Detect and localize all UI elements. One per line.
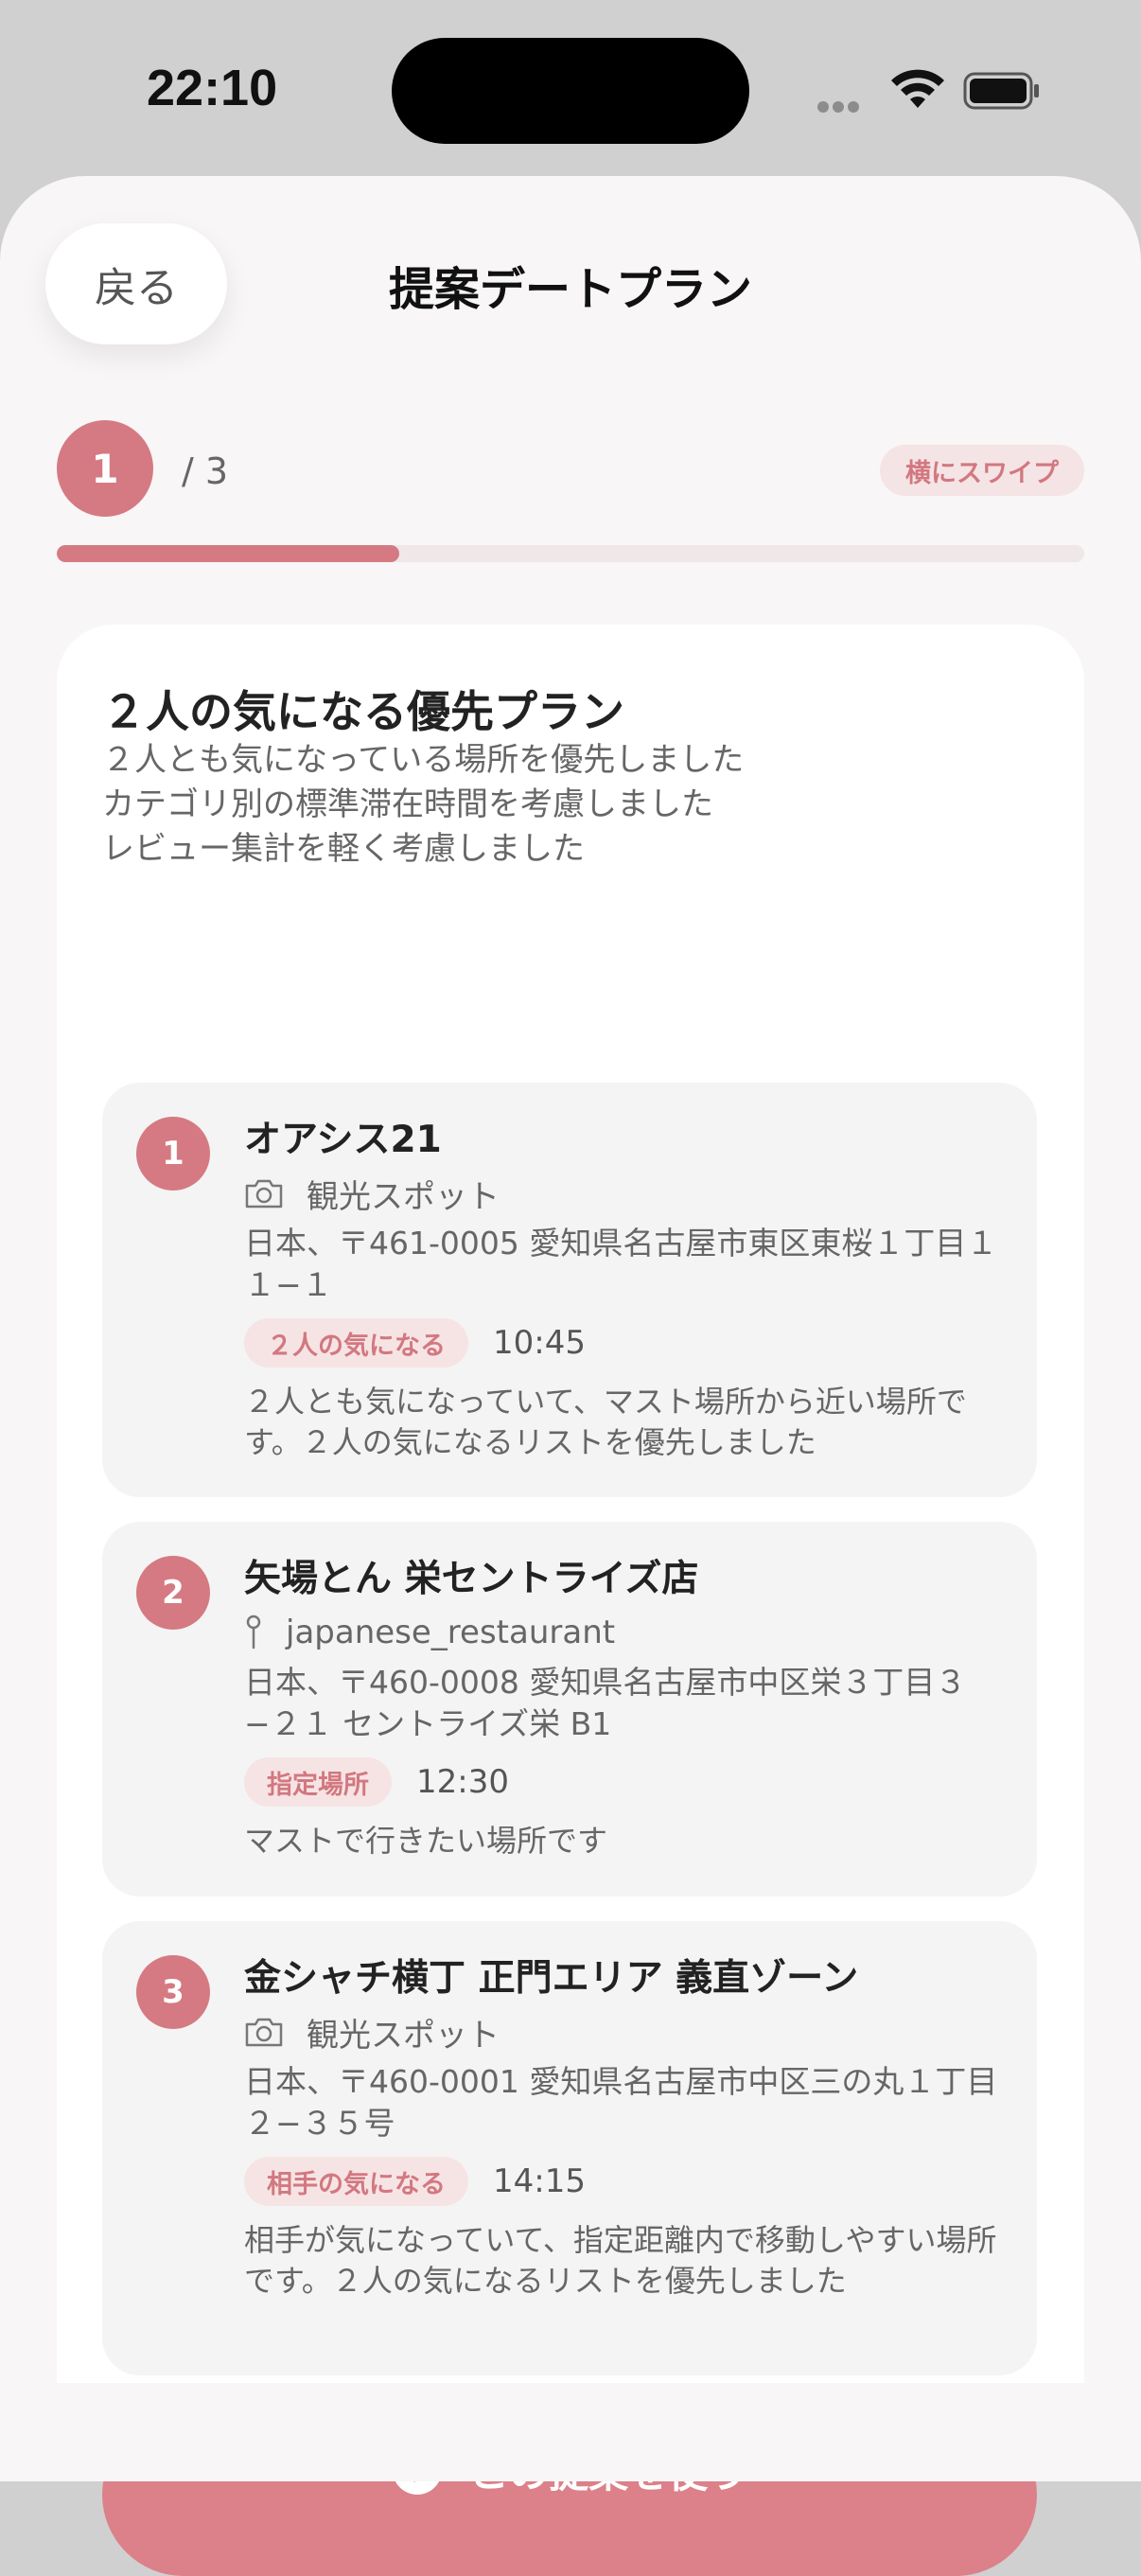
spot-category: 観光スポット [307,2016,500,2055]
spot-category: 観光スポット [307,1177,500,1216]
spot-number-badge: 2 [136,1556,210,1630]
spot-time: 10:45 [493,1324,586,1362]
reason-badge: ２人の気になる [244,1318,468,1367]
progress-fill [57,545,399,562]
plan-description-line: ２人とも気になっている場所を優先しました [102,741,745,779]
reason-badge: 指定場所 [244,1757,392,1807]
progress-bar [57,545,1084,562]
spot-category: japanese_restaurant [286,1614,616,1651]
spot-card[interactable]: 3 金シャチ横丁 正門エリア 義直ゾーン 観光スポット 日本、〒460-0001… [102,1921,1037,2375]
battery-icon [963,72,1039,110]
bottom-safe-area [0,2383,1141,2481]
spot-name: オアシス21 [244,1119,442,1161]
plan-description-line: レビュー集計を軽く考慮しました [102,830,585,868]
spot-time: 12:30 [416,1763,509,1801]
status-time: 22:10 [147,60,278,116]
status-bar: 22:10 [0,0,1141,180]
spot-name: 金シャチ横丁 正門エリア 義直ゾーン [244,1957,859,2000]
camera-icon [245,1179,283,1209]
spot-card[interactable]: 2 矢場とん 栄セントライズ店 japanese_restaurant 日本、〒… [102,1522,1037,1897]
spot-number-badge: 1 [136,1117,210,1191]
page-title: 提案デートプラン [388,263,752,316]
spot-note: マストで行きたい場所です [244,1823,608,1859]
plan-title: ２人の気になる優先プラン [102,686,624,737]
spot-address: 日本、〒460-0008 愛知県名古屋市中区栄３丁目３−２１ セントライズ栄 B… [244,1664,967,1742]
reason-badge: 相手の気になる [244,2157,468,2206]
spot-address: 日本、〒460-0001 愛知県名古屋市中区三の丸１丁目２−３５号 [244,2063,998,2142]
dynamic-island [392,38,749,144]
step-total: / 3 [182,450,229,492]
spot-note: 相手が気になっていて、指定距離内で移動しやすい場所です。２人の気になるリストを優… [244,2222,997,2299]
plan-card[interactable]: ２人の気になる優先プラン ２人とも気になっている場所を優先しました カテゴリ別の… [57,625,1084,2576]
current-step-indicator: 1 [57,420,153,517]
spot-note: ２人とも気になっていて、マスト場所から近い場所です。２人の気になるリストを優先し… [244,1384,967,1460]
pin-icon [246,1614,261,1650]
wifi-icon [891,69,944,108]
signal-dots-icon [817,98,874,113]
spot-address: 日本、〒461-0005 愛知県名古屋市東区東桜１丁目１１−１ [244,1225,998,1303]
spot-name: 矢場とん 栄セントライズ店 [244,1558,699,1600]
camera-icon [245,2018,283,2047]
plan-sheet: 戻る 提案デートプラン 1 / 3 横にスワイプ ２人の気になる優先プラン ２人… [0,176,1141,2576]
back-button[interactable]: 戻る [45,223,227,344]
spot-card[interactable]: 1 オアシス21 観光スポット 日本、〒461-0005 愛知県名古屋市東区東桜… [102,1083,1037,1497]
swipe-hint-badge: 横にスワイプ [880,445,1084,496]
spot-number-badge: 3 [136,1955,210,2029]
spot-time: 14:15 [493,2162,586,2200]
plan-description: ２人とも気になっている場所を優先しました カテゴリ別の標準滞在時間を考慮しました… [102,738,954,872]
plan-description-line: カテゴリ別の標準滞在時間を考慮しました [102,785,713,823]
